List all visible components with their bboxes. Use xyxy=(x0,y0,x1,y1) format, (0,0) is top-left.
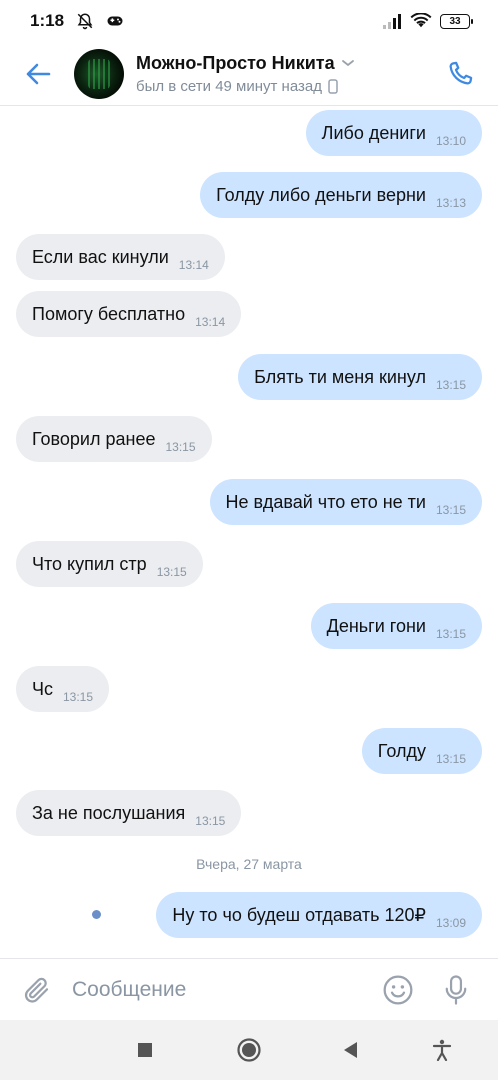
message-bubble[interactable]: Деньги гони 13:15 xyxy=(310,603,482,649)
message-time: 13:15 xyxy=(435,378,466,392)
contact-status: был в сети 49 минут назад xyxy=(136,77,322,95)
accessibility-button[interactable] xyxy=(422,1030,462,1070)
system-nav-bar xyxy=(0,1020,498,1080)
message-text: Ну то чо будеш отдавать 120₽ xyxy=(172,904,426,925)
message-text: Если вас кинули xyxy=(32,246,169,267)
avatar[interactable] xyxy=(74,48,124,99)
chevron-down-icon xyxy=(341,60,354,67)
message-text: Помогу бесплатно xyxy=(32,303,186,324)
mobile-device-icon xyxy=(328,78,338,94)
date-separator: Вчера, 27 марта xyxy=(196,856,302,872)
unread-indicator xyxy=(92,910,101,919)
message-text: Что купил стр xyxy=(32,553,147,574)
message-bubble[interactable]: Голду 13:15 xyxy=(361,728,482,774)
chat-screen: 1:18 33 Можно-Просто Никита был в сети 4… xyxy=(0,0,498,1080)
emoji-button[interactable] xyxy=(380,972,416,1008)
message-bubble[interactable]: Говорил ранее 13:15 xyxy=(16,416,212,462)
message-bubble[interactable]: Блять ти меня кинул 13:15 xyxy=(238,354,482,400)
message-bubble[interactable]: За не послушания 13:15 xyxy=(16,790,242,836)
triangle-back-icon xyxy=(344,1042,357,1058)
recent-apps-button[interactable] xyxy=(125,1030,165,1070)
status-bar: 1:18 33 xyxy=(0,0,498,42)
message-bubble[interactable]: Ну то чо будеш отдавать 120₽ 13:09 xyxy=(156,892,482,938)
message-bubble[interactable]: Либо дениги 13:10 xyxy=(305,110,482,156)
accessibility-icon xyxy=(432,1039,452,1061)
back-button[interactable] xyxy=(20,56,56,92)
battery-indicator: 33 xyxy=(440,13,473,29)
message-bubble[interactable]: Помогу бесплатно 13:14 xyxy=(16,291,242,337)
contact-name: Можно-Просто Никита xyxy=(136,52,335,73)
wifi-icon xyxy=(410,13,432,29)
message-bubble[interactable]: Чс 13:15 xyxy=(16,666,110,712)
message-time: 13:13 xyxy=(435,196,466,210)
message-time: 13:15 xyxy=(435,503,466,517)
game-controller-icon xyxy=(106,13,124,29)
circle-icon xyxy=(237,1038,261,1062)
message-bubble[interactable]: Голду либо деньги верни 13:13 xyxy=(200,172,482,218)
arrow-left-icon xyxy=(26,63,51,84)
microphone-icon xyxy=(445,974,467,1005)
message-time: 13:14 xyxy=(178,258,209,272)
contact-info[interactable]: Можно-Просто Никита был в сети 49 минут … xyxy=(136,53,440,95)
message-text: Чс xyxy=(32,678,53,699)
message-time: 13:15 xyxy=(156,565,187,579)
message-text: Голду xyxy=(377,740,426,761)
message-time: 13:15 xyxy=(165,440,196,454)
back-nav-button[interactable] xyxy=(330,1030,370,1070)
message-text: Блять ти меня кинул xyxy=(254,366,426,387)
message-bubble[interactable]: Если вас кинули 13:14 xyxy=(16,234,225,280)
message-time: 13:15 xyxy=(435,627,466,641)
message-text: Говорил ранее xyxy=(32,428,156,449)
notifications-off-icon xyxy=(76,12,94,30)
message-text: За не послушания xyxy=(32,802,186,823)
signal-icon xyxy=(382,13,402,29)
chat-header: Можно-Просто Никита был в сети 49 минут … xyxy=(0,42,498,106)
attach-button[interactable] xyxy=(20,973,54,1007)
home-button[interactable] xyxy=(229,1030,269,1070)
message-time: 13:15 xyxy=(435,752,466,766)
message-time: 13:15 xyxy=(63,690,94,704)
status-time: 1:18 xyxy=(30,11,65,30)
message-time: 13:09 xyxy=(435,916,466,930)
message-composer xyxy=(0,958,498,1020)
message-time: 13:15 xyxy=(195,814,226,828)
message-bubble[interactable]: Не вдавай что ето не ти 13:15 xyxy=(209,479,482,525)
paperclip-icon xyxy=(24,977,49,1003)
message-text: Деньги гони xyxy=(326,615,426,636)
message-text: Голду либо деньги верни xyxy=(216,184,426,205)
message-time: 13:14 xyxy=(195,315,226,329)
square-icon xyxy=(138,1043,152,1057)
voice-message-button[interactable] xyxy=(438,972,474,1008)
message-time: 13:10 xyxy=(435,134,466,148)
message-bubble[interactable]: Что купил стр 13:15 xyxy=(16,541,203,587)
call-button[interactable] xyxy=(440,54,480,94)
message-text: Не вдавай что ето не ти xyxy=(225,491,426,512)
message-input[interactable] xyxy=(72,977,380,1002)
smile-icon xyxy=(383,975,413,1004)
message-text: Либо дениги xyxy=(321,122,426,143)
phone-icon xyxy=(449,61,473,84)
